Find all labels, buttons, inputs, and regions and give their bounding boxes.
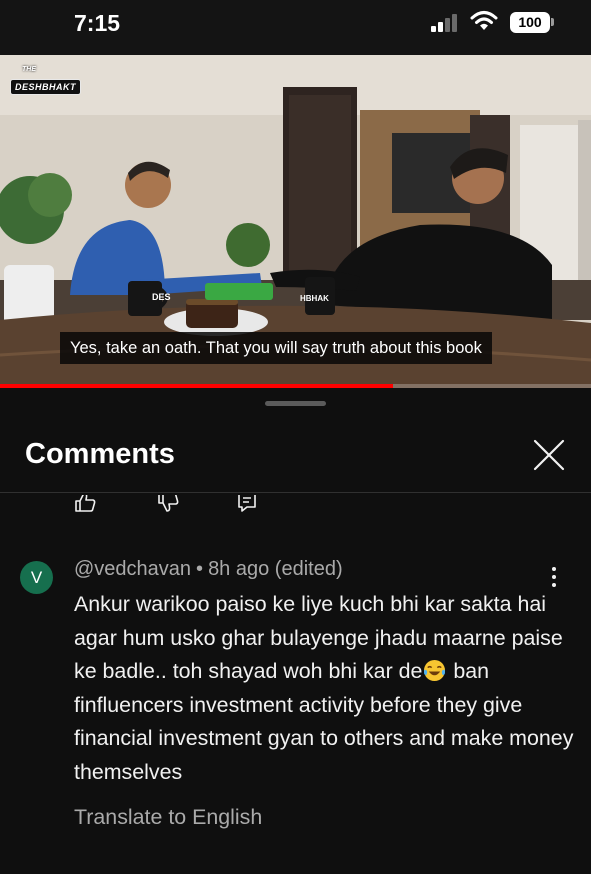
thumbs-up-icon[interactable] — [74, 495, 96, 513]
comment-time: 8h ago (edited) — [208, 558, 343, 580]
logo-main: DESHBHAKT — [10, 79, 82, 95]
logo-the: THE — [22, 66, 36, 73]
comment-author[interactable]: @vedchavan — [74, 558, 191, 580]
more-options-icon[interactable] — [544, 564, 564, 590]
cellular-signal-icon — [431, 14, 459, 32]
face-with-tears-of-joy-emoji — [424, 659, 446, 682]
translate-button[interactable]: Translate to English — [74, 805, 262, 830]
comment-text: Ankur warikoo paiso ke liye kuch bhi kar… — [74, 588, 574, 789]
divider — [0, 492, 591, 493]
meta-separator: • — [196, 558, 204, 580]
comments-sheet: Comments V @vedchavan • 8h ago (edited) An… — [0, 388, 591, 874]
battery-icon: 100 — [510, 12, 550, 33]
channel-logo: THE DESHBHAKT — [8, 65, 82, 101]
wifi-icon — [470, 11, 498, 30]
battery-tip — [551, 18, 554, 26]
video-caption: Yes, take an oath. That you will say tru… — [60, 332, 492, 364]
comments-title: Comments — [25, 438, 175, 470]
drag-handle[interactable] — [265, 401, 326, 406]
avatar[interactable]: V — [20, 561, 53, 594]
comment-meta: @vedchavan • 8h ago (edited) — [74, 558, 343, 581]
svg-text:DES: DES — [152, 292, 171, 302]
reply-icon[interactable] — [236, 495, 258, 513]
comment-actions-row — [0, 495, 591, 517]
svg-text:HBHAK: HBHAK — [300, 294, 329, 303]
comment-text-part-1: Ankur warikoo paiso ke liye kuch bhi kar… — [74, 592, 563, 683]
close-icon[interactable] — [532, 438, 566, 472]
status-bar: 7:15 100 — [0, 0, 591, 55]
thumbs-down-icon[interactable] — [157, 495, 179, 513]
status-time: 7:15 — [74, 10, 121, 36]
video-player[interactable]: DES HBHAK THE DESHBHAKT Yes, take an oat… — [0, 55, 591, 388]
